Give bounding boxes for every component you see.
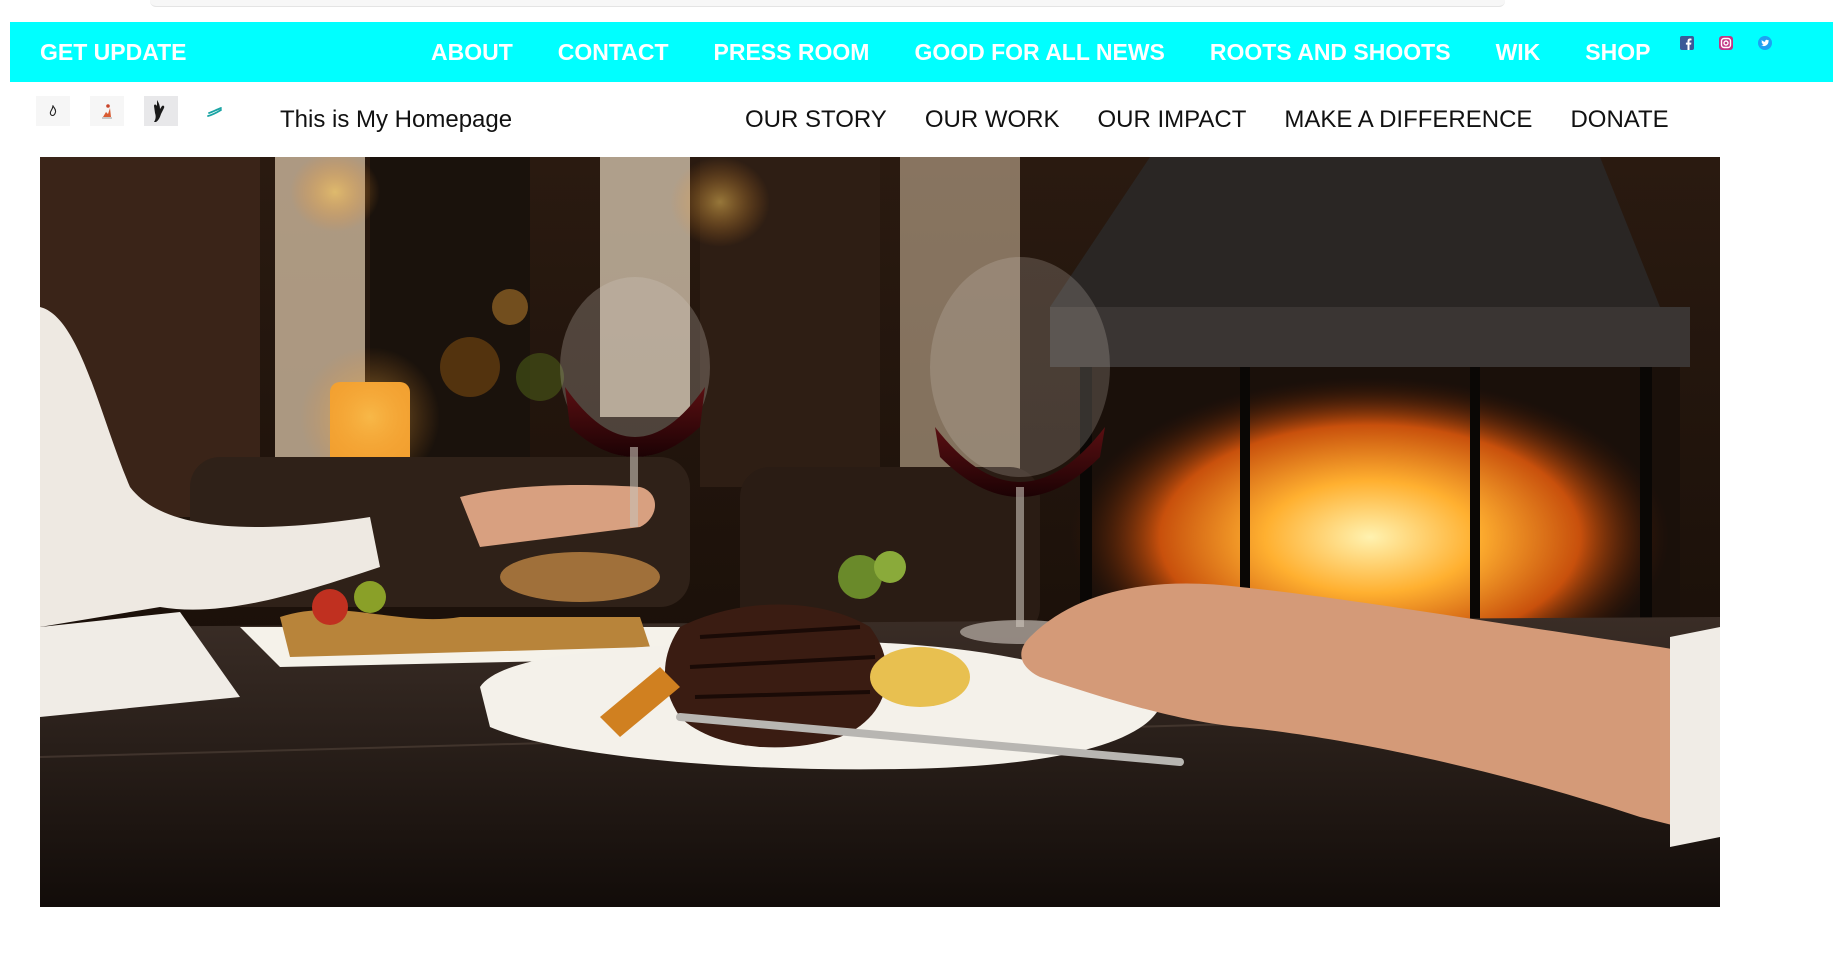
top-nav-shop[interactable]: SHOP <box>1585 39 1650 66</box>
hand-logo-icon[interactable] <box>144 96 178 126</box>
facebook-icon[interactable] <box>1680 36 1694 50</box>
partner-logos <box>36 96 252 126</box>
main-nav-make-a-difference[interactable]: MAKE A DIFFERENCE <box>1284 106 1532 134</box>
top-nav-roots-and-shoots[interactable]: ROOTS AND SHOOTS <box>1210 39 1451 66</box>
hero-image <box>40 157 1720 907</box>
main-nav-our-story[interactable]: OUR STORY <box>745 106 887 134</box>
address-bar-edge <box>150 0 1505 7</box>
main-nav-our-impact[interactable]: OUR IMPACT <box>1097 106 1246 134</box>
top-nav-wik[interactable]: WIK <box>1496 39 1541 66</box>
main-nav-donate[interactable]: DONATE <box>1570 106 1668 134</box>
top-nav-contact[interactable]: CONTACT <box>558 39 669 66</box>
figure-logo-icon[interactable] <box>90 96 124 126</box>
top-nav-press-room[interactable]: PRESS ROOM <box>714 39 870 66</box>
instagram-icon[interactable] <box>1719 36 1733 50</box>
main-nav: OUR STORY OUR WORK OUR IMPACT MAKE A DIF… <box>745 106 1707 134</box>
get-update-link[interactable]: GET UPDATE <box>40 22 187 82</box>
secondary-header: This is My Homepage OUR STORY OUR WORK O… <box>0 88 1840 152</box>
top-nav: ABOUT CONTACT PRESS ROOM GOOD FOR ALL NE… <box>431 22 1695 82</box>
browser-top-edge <box>0 0 1840 14</box>
main-nav-our-work[interactable]: OUR WORK <box>925 106 1060 134</box>
page-title: This is My Homepage <box>280 106 513 133</box>
top-nav-about[interactable]: ABOUT <box>431 39 513 66</box>
twitter-icon[interactable] <box>1758 36 1772 50</box>
top-nav-good-for-all-news[interactable]: GOOD FOR ALL NEWS <box>914 39 1164 66</box>
flame-logo-icon[interactable] <box>36 96 70 126</box>
social-links <box>1680 36 1797 50</box>
top-header-bar: GET UPDATE ABOUT CONTACT PRESS ROOM GOOD… <box>10 22 1833 82</box>
swoosh-logo-icon[interactable] <box>198 96 232 126</box>
